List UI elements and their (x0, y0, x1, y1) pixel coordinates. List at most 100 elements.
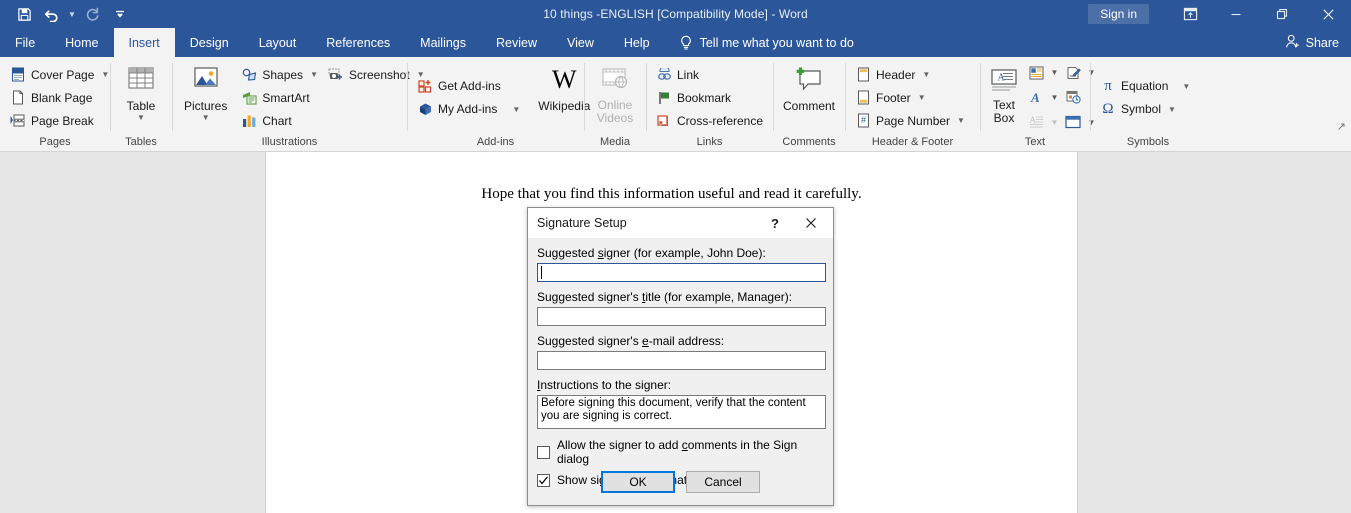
object-icon (1065, 114, 1081, 130)
chevron-down-icon[interactable]: ▼ (202, 113, 210, 123)
redo-icon[interactable] (78, 2, 106, 26)
group-label-pages: Pages (39, 136, 71, 148)
suggested-signer-title-input[interactable] (537, 307, 826, 326)
my-addins-label: My Add-ins (438, 102, 498, 116)
restore-button[interactable] (1259, 0, 1305, 28)
page-break-button[interactable]: Page Break (6, 109, 113, 132)
ok-button[interactable]: OK (601, 470, 675, 493)
tab-view[interactable]: View (552, 28, 609, 57)
chevron-down-icon[interactable]: ▼ (1168, 105, 1176, 114)
equation-label: Equation (1121, 79, 1169, 93)
tab-home[interactable]: Home (50, 28, 113, 57)
minimize-button[interactable] (1213, 0, 1259, 28)
undo-dropdown-caret[interactable]: ▼ (66, 2, 78, 26)
chevron-down-icon[interactable]: ▼ (957, 116, 965, 125)
suggested-signer-email-input[interactable] (537, 351, 826, 370)
footer-button[interactable]: Footer ▼ (851, 86, 969, 109)
allow-comments-checkbox[interactable] (537, 445, 550, 459)
chevron-down-icon[interactable]: ▼ (1182, 82, 1190, 91)
dialog-body: Suggested signer (for example, John Doe)… (528, 238, 833, 487)
chevron-down-icon[interactable]: ▼ (101, 70, 109, 79)
share-button[interactable]: Share (1285, 28, 1339, 57)
chevron-down-icon[interactable]: ▼ (512, 105, 520, 114)
chevron-down-icon[interactable]: ▼ (137, 113, 145, 123)
ribbon-group-text: A Text Box ▼ ▼ A ▼ (980, 57, 1095, 151)
bookmark-button[interactable]: Bookmark (652, 86, 767, 109)
blank-page-button[interactable]: Blank Page (6, 86, 113, 109)
title-bar: ▼ 10 things -ENGLISH [Compatibility Mode… (0, 0, 1351, 28)
suggested-signer-label: Suggested signer (for example, John Doe)… (537, 246, 766, 260)
chevron-down-icon[interactable]: ▼ (1048, 86, 1061, 108)
quick-access-toolbar: ▼ (0, 0, 134, 28)
sign-in-button[interactable]: Sign in (1088, 4, 1149, 24)
get-addins-button[interactable]: Get Add-ins (413, 75, 524, 98)
equation-button[interactable]: π Equation ▼ (1096, 75, 1194, 98)
comment-button[interactable]: Comment (777, 61, 841, 134)
blank-page-icon (10, 90, 26, 106)
object-button[interactable] (1061, 111, 1085, 133)
tab-mailings[interactable]: Mailings (405, 28, 481, 57)
cover-page-button[interactable]: Cover Page ▼ (6, 63, 113, 86)
page-number-button[interactable]: # Page Number ▼ (851, 109, 969, 132)
pictures-button[interactable]: Pictures ▼ (178, 61, 233, 134)
ribbon-display-options-icon[interactable] (1167, 0, 1213, 28)
tab-insert[interactable]: Insert (113, 28, 175, 57)
table-button[interactable]: Table ▼ (116, 61, 166, 134)
screenshot-label: Screenshot (348, 67, 410, 82)
lightbulb-icon (679, 35, 693, 51)
bookmark-icon (656, 90, 672, 106)
signature-setup-dialog: Signature Setup ? Suggested signer (for … (527, 207, 834, 506)
tab-review[interactable]: Review (481, 28, 552, 57)
pictures-label: Pictures (184, 99, 228, 113)
symbol-button[interactable]: Ω Symbol ▼ (1096, 98, 1194, 121)
signature-line-button[interactable] (1061, 62, 1085, 84)
collapse-ribbon-button[interactable]: ↗ (1337, 120, 1346, 133)
tab-design[interactable]: Design (175, 28, 244, 57)
get-addins-icon (417, 78, 433, 94)
title-bar-right: Sign in (1088, 0, 1351, 28)
close-icon[interactable] (791, 208, 831, 238)
quick-parts-icon (1028, 65, 1044, 81)
instructions-textarea[interactable]: Before signing this document, verify tha… (537, 395, 826, 429)
date-time-button[interactable] (1061, 86, 1085, 108)
wordart-button[interactable]: A (1024, 86, 1048, 108)
undo-icon[interactable] (38, 2, 66, 26)
chevron-down-icon[interactable]: ▼ (310, 70, 318, 79)
online-videos-button[interactable]: Online Videos (590, 61, 640, 134)
save-icon[interactable] (10, 2, 38, 26)
shapes-button[interactable]: Shapes ▼ (237, 63, 322, 86)
text-box-button[interactable]: A Text Box ▼ (986, 61, 1022, 134)
drop-cap-button[interactable]: A (1024, 111, 1048, 133)
suggested-signer-title-label: Suggested signer's title (for example, M… (537, 290, 793, 304)
link-button[interactable]: Link (652, 63, 767, 86)
chevron-down-icon[interactable]: ▼ (918, 93, 926, 102)
tab-layout[interactable]: Layout (244, 28, 312, 57)
chevron-down-icon[interactable]: ▼ (922, 70, 930, 79)
smartart-label: SmartArt (262, 90, 310, 105)
quick-parts-button[interactable] (1024, 62, 1048, 84)
customize-qat-icon[interactable] (106, 2, 134, 26)
svg-text:A: A (998, 73, 1006, 84)
my-addins-button[interactable]: My Add-ins ▼ (413, 98, 524, 121)
group-label-header-footer: Header & Footer (871, 136, 954, 148)
tab-file[interactable]: File (0, 28, 50, 57)
close-button[interactable] (1305, 0, 1351, 28)
cross-reference-button[interactable]: Cross-reference (652, 109, 767, 132)
chevron-down-icon[interactable]: ▼ (1048, 62, 1061, 84)
header-button[interactable]: Header ▼ (851, 63, 969, 86)
help-icon[interactable]: ? (764, 208, 786, 238)
suggested-signer-input[interactable] (537, 263, 826, 282)
dialog-title-bar[interactable]: Signature Setup ? (528, 208, 833, 238)
tab-help[interactable]: Help (609, 28, 665, 57)
group-label-symbols: Symbols (1126, 136, 1170, 148)
tell-me-search[interactable]: Tell me what you want to do (665, 28, 854, 57)
chevron-down-icon[interactable]: ▼ (1048, 111, 1061, 133)
chart-button[interactable]: Chart (237, 109, 322, 132)
smartart-button[interactable]: SmartArt (237, 86, 322, 109)
tab-references[interactable]: References (311, 28, 405, 57)
cancel-button[interactable]: Cancel (686, 470, 760, 493)
svg-text:A: A (1030, 90, 1040, 104)
document-body-text: Hope that you find this information usef… (481, 186, 862, 202)
bookmark-label: Bookmark (677, 90, 732, 105)
page-break-label: Page Break (31, 113, 94, 128)
